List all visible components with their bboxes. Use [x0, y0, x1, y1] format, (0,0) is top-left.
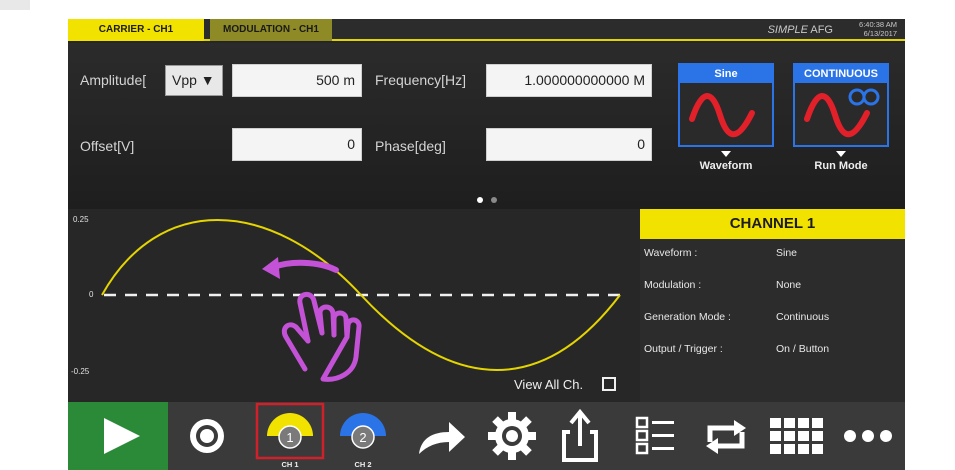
- page-dot[interactable]: [491, 197, 497, 203]
- stop-button[interactable]: [176, 402, 238, 470]
- frequency-field[interactable]: 1.000000000000 M: [486, 64, 652, 97]
- waveform-preview[interactable]: 0.25 0 -0.25 View All Ch.: [68, 209, 640, 415]
- channel-2-label: CH 2: [354, 460, 372, 469]
- run-mode-selector[interactable]: CONTINUOUS: [793, 63, 889, 147]
- run-mode-caret-icon: [836, 151, 846, 157]
- info-key: Modulation :: [644, 279, 702, 291]
- phase-field[interactable]: 0: [486, 128, 652, 161]
- info-value: On / Button: [776, 343, 830, 355]
- frequency-label: Frequency[Hz]: [375, 72, 467, 88]
- continuous-sine-icon: [804, 88, 880, 138]
- info-value: None: [776, 279, 802, 291]
- channel-1-button[interactable]: 1 CH 1: [255, 402, 325, 470]
- list-icon: [635, 416, 674, 455]
- clock-time: 6:40:38 AM: [859, 20, 897, 29]
- export-button[interactable]: [552, 402, 608, 470]
- amplitude-label: Amplitude[: [80, 72, 147, 88]
- bottom-toolbar: 1 CH 1 2 CH 2: [68, 402, 905, 470]
- info-key: Output / Trigger :: [644, 343, 723, 355]
- info-value: Continuous: [776, 311, 830, 323]
- waveform-caption: Waveform: [699, 160, 753, 172]
- tab-bar: CARRIER - CH1 MODULATION - CH1 SIMPLE AF…: [68, 19, 905, 41]
- forward-arrow-icon: [419, 422, 465, 454]
- play-icon: [104, 418, 140, 454]
- tab-modulation-ch1[interactable]: MODULATION - CH1: [210, 19, 332, 41]
- run-mode-caption: Run Mode: [814, 160, 868, 172]
- channel-info-panel: CHANNEL 1 Waveform : Sine Modulation : N…: [640, 209, 905, 415]
- parameters-panel: Amplitude[ Vpp ▼ 500 m Offset[V] 0 Frequ…: [68, 43, 905, 209]
- infinity-icon: [848, 88, 866, 106]
- phase-label: Phase[deg]: [375, 138, 446, 154]
- info-value: Sine: [776, 247, 798, 259]
- list-button[interactable]: [628, 402, 684, 470]
- forward-button[interactable]: [411, 402, 471, 470]
- offset-field[interactable]: 0: [232, 128, 362, 161]
- view-all-channels-checkbox[interactable]: [602, 377, 616, 391]
- gear-icon: [488, 412, 536, 460]
- app-title-rest: AFG: [810, 24, 833, 36]
- app-title: SIMPLE AFG: [768, 24, 833, 36]
- clock: 6:40:38 AM 6/13/2017: [859, 20, 897, 38]
- run-mode-selector-header: CONTINUOUS: [795, 65, 887, 83]
- more-icon: [844, 430, 892, 442]
- view-all-channels-label: View All Ch.: [514, 377, 584, 392]
- sine-trace: [101, 219, 621, 371]
- play-button[interactable]: [68, 402, 168, 470]
- amplitude-field[interactable]: 500 m: [232, 64, 362, 97]
- settings-button[interactable]: [480, 402, 544, 470]
- info-key: Generation Mode :: [644, 311, 731, 323]
- sine-wave-icon: [689, 93, 755, 138]
- window-corner-artifact: [0, 0, 30, 10]
- repeat-icon: [706, 420, 746, 454]
- amplitude-unit-select[interactable]: Vpp ▼: [165, 65, 223, 96]
- channel-1-label: CH 1: [281, 460, 299, 469]
- swipe-gesture-icon: [262, 257, 339, 279]
- channel-1-number: 1: [286, 430, 293, 445]
- channel-info-title: CHANNEL 1: [640, 209, 905, 239]
- grid-icon: [770, 418, 823, 454]
- page-dot-active[interactable]: [477, 197, 483, 203]
- export-icon: [562, 408, 598, 462]
- grid-button[interactable]: [764, 402, 828, 470]
- stop-icon: [190, 419, 224, 453]
- info-key: Waveform :: [644, 247, 698, 259]
- waveform-caret-icon: [721, 151, 731, 157]
- clock-date: 6/13/2017: [863, 29, 897, 38]
- afg-app-window: CARRIER - CH1 MODULATION - CH1 SIMPLE AF…: [68, 19, 905, 470]
- tab-carrier-ch1[interactable]: CARRIER - CH1: [68, 19, 204, 41]
- more-button[interactable]: [838, 402, 898, 470]
- app-title-italic: SIMPLE: [767, 24, 808, 36]
- repeat-button[interactable]: [696, 402, 756, 470]
- hand-icon: [281, 292, 362, 382]
- waveform-selector-header: Sine: [680, 65, 772, 83]
- waveform-selector[interactable]: Sine: [678, 63, 774, 147]
- channel-2-number: 2: [359, 430, 366, 445]
- offset-label: Offset[V]: [80, 138, 135, 154]
- channel-2-button[interactable]: 2 CH 2: [329, 402, 399, 470]
